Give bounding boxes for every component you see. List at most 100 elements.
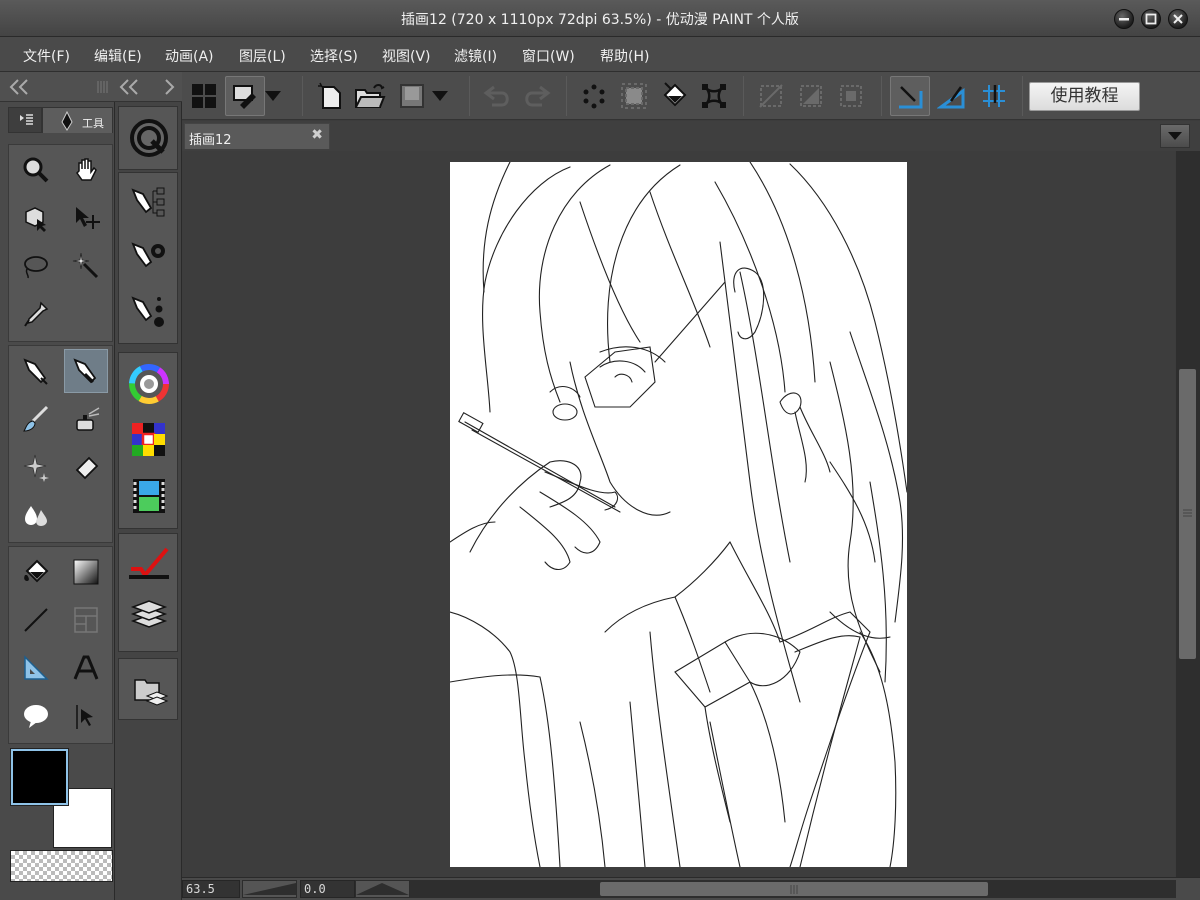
menu-file[interactable]: 文件(F) [23, 46, 70, 66]
transform-button[interactable] [694, 76, 734, 116]
frame-tool[interactable] [64, 598, 108, 642]
status-bar: 63.5 0.0 [182, 877, 1200, 900]
panel-header [0, 72, 115, 102]
redo-button[interactable] [517, 76, 557, 116]
title-bar: 插画12 (720 x 1110px 72dpi 63.5%) - 优动漫 PA… [0, 0, 1200, 37]
brush-size-button[interactable] [124, 289, 174, 335]
deselect-button[interactable] [751, 76, 791, 116]
material-button[interactable] [124, 667, 174, 713]
close-tab-icon[interactable]: ✖ [311, 127, 323, 143]
layer-property-button[interactable] [124, 540, 174, 586]
menu-filter[interactable]: 滤镜(I) [454, 46, 497, 66]
menu-layer[interactable]: 图层(L) [239, 46, 286, 66]
blend-tool[interactable] [14, 493, 58, 537]
rotation-slider[interactable] [355, 880, 410, 898]
animation-timeline-button[interactable] [124, 473, 174, 519]
zoom-slider[interactable] [242, 880, 297, 898]
fill-tool[interactable] [14, 550, 58, 594]
select-all-button[interactable] [831, 76, 871, 116]
line-tool[interactable] [14, 598, 58, 642]
object-tool[interactable] [14, 196, 58, 240]
zoom-slider-icon [243, 883, 296, 895]
subtool-button[interactable] [124, 181, 174, 227]
menu-animation[interactable]: 动画(A) [165, 46, 214, 66]
snap-special-ruler-button[interactable] [932, 76, 972, 116]
grip-icon[interactable] [96, 81, 110, 93]
color-wheel-button[interactable] [124, 361, 174, 407]
menu-edit[interactable]: 编辑(E) [94, 46, 142, 66]
move-layer-tool[interactable] [64, 196, 108, 240]
horizontal-scrollbar[interactable] [410, 880, 1176, 898]
ruler-tool[interactable] [14, 646, 58, 690]
invert-selection-button[interactable] [791, 76, 831, 116]
undo-button[interactable] [477, 76, 517, 116]
tab-tools[interactable]: 工具 [42, 107, 113, 133]
new-file-icon [318, 82, 341, 109]
eraser-tool[interactable] [64, 445, 108, 489]
save-button[interactable] [392, 76, 432, 116]
color-wheel-icon [129, 364, 169, 404]
snap-grid-button[interactable] [974, 76, 1014, 116]
main-color-swatch[interactable] [10, 748, 69, 806]
collapse-left-icon[interactable] [118, 78, 140, 96]
hand-icon [76, 158, 97, 181]
maximize-icon [1145, 13, 1157, 25]
tool-group-view [8, 144, 113, 342]
tutorial-button[interactable]: 使用教程 [1029, 82, 1140, 111]
gradient-tool[interactable] [64, 550, 108, 594]
transform-icon [702, 84, 726, 108]
clear-button[interactable] [574, 76, 614, 116]
clear-outside-button[interactable] [614, 76, 654, 116]
close-button[interactable] [1168, 9, 1188, 29]
lasso-tool[interactable] [14, 244, 58, 288]
decoration-tool[interactable] [14, 445, 58, 489]
layout-button[interactable] [184, 76, 224, 116]
document-tab[interactable]: 插画12 ✖ [184, 123, 330, 149]
vertical-scroll-thumb[interactable] [1179, 369, 1196, 659]
vertical-scrollbar[interactable] [1176, 151, 1200, 877]
tool-mode-dropdown[interactable] [260, 76, 286, 116]
magic-wand-tool[interactable] [64, 244, 108, 288]
eyedropper-tool[interactable] [14, 292, 58, 336]
layer-button[interactable] [124, 592, 174, 638]
expand-right-icon[interactable] [163, 78, 175, 96]
fill-button[interactable] [654, 76, 694, 116]
canvas-paper[interactable] [450, 162, 907, 867]
tab-menu[interactable] [8, 107, 42, 133]
save-icon [400, 84, 424, 108]
rotation-field[interactable]: 0.0 [300, 880, 355, 898]
hand-tool[interactable] [64, 148, 108, 192]
canvas-area[interactable] [182, 151, 1175, 877]
menu-select[interactable]: 选择(S) [310, 46, 358, 66]
snap-special-ruler-icon [937, 86, 965, 109]
pen-tool[interactable] [14, 349, 58, 393]
menu-help[interactable]: 帮助(H) [600, 46, 649, 66]
horizontal-scroll-thumb[interactable] [600, 882, 988, 896]
zoom-field[interactable]: 63.5 [182, 880, 240, 898]
tool-mode-button[interactable] [225, 76, 265, 116]
balloon-tool[interactable] [14, 694, 58, 738]
tool-tabs: 工具 [8, 107, 113, 133]
minimize-button[interactable] [1114, 9, 1134, 29]
menu-view[interactable]: 视图(V) [382, 46, 431, 66]
transparent-color-swatch[interactable] [10, 850, 113, 882]
brush-tool[interactable] [14, 397, 58, 441]
correct-line-tool[interactable] [64, 694, 108, 738]
open-file-button[interactable] [350, 76, 390, 116]
zoom-tool[interactable] [14, 148, 58, 192]
color-set-button[interactable] [124, 417, 174, 463]
minimize-icon [1119, 18, 1129, 21]
pencil-tool[interactable] [64, 349, 108, 393]
gradient-icon [73, 559, 99, 585]
collapse-left-icon[interactable] [8, 78, 30, 96]
snap-ruler-button[interactable] [890, 76, 930, 116]
tool-property-button[interactable] [124, 235, 174, 281]
text-tool[interactable] [64, 646, 108, 690]
save-dropdown[interactable] [427, 76, 453, 116]
navigator-button[interactable] [124, 115, 174, 161]
maximize-button[interactable] [1141, 9, 1161, 29]
menu-window[interactable]: 窗口(W) [522, 46, 575, 66]
tab-menu-button[interactable] [1160, 124, 1190, 148]
new-file-button[interactable] [310, 76, 350, 116]
airbrush-tool[interactable] [64, 397, 108, 441]
